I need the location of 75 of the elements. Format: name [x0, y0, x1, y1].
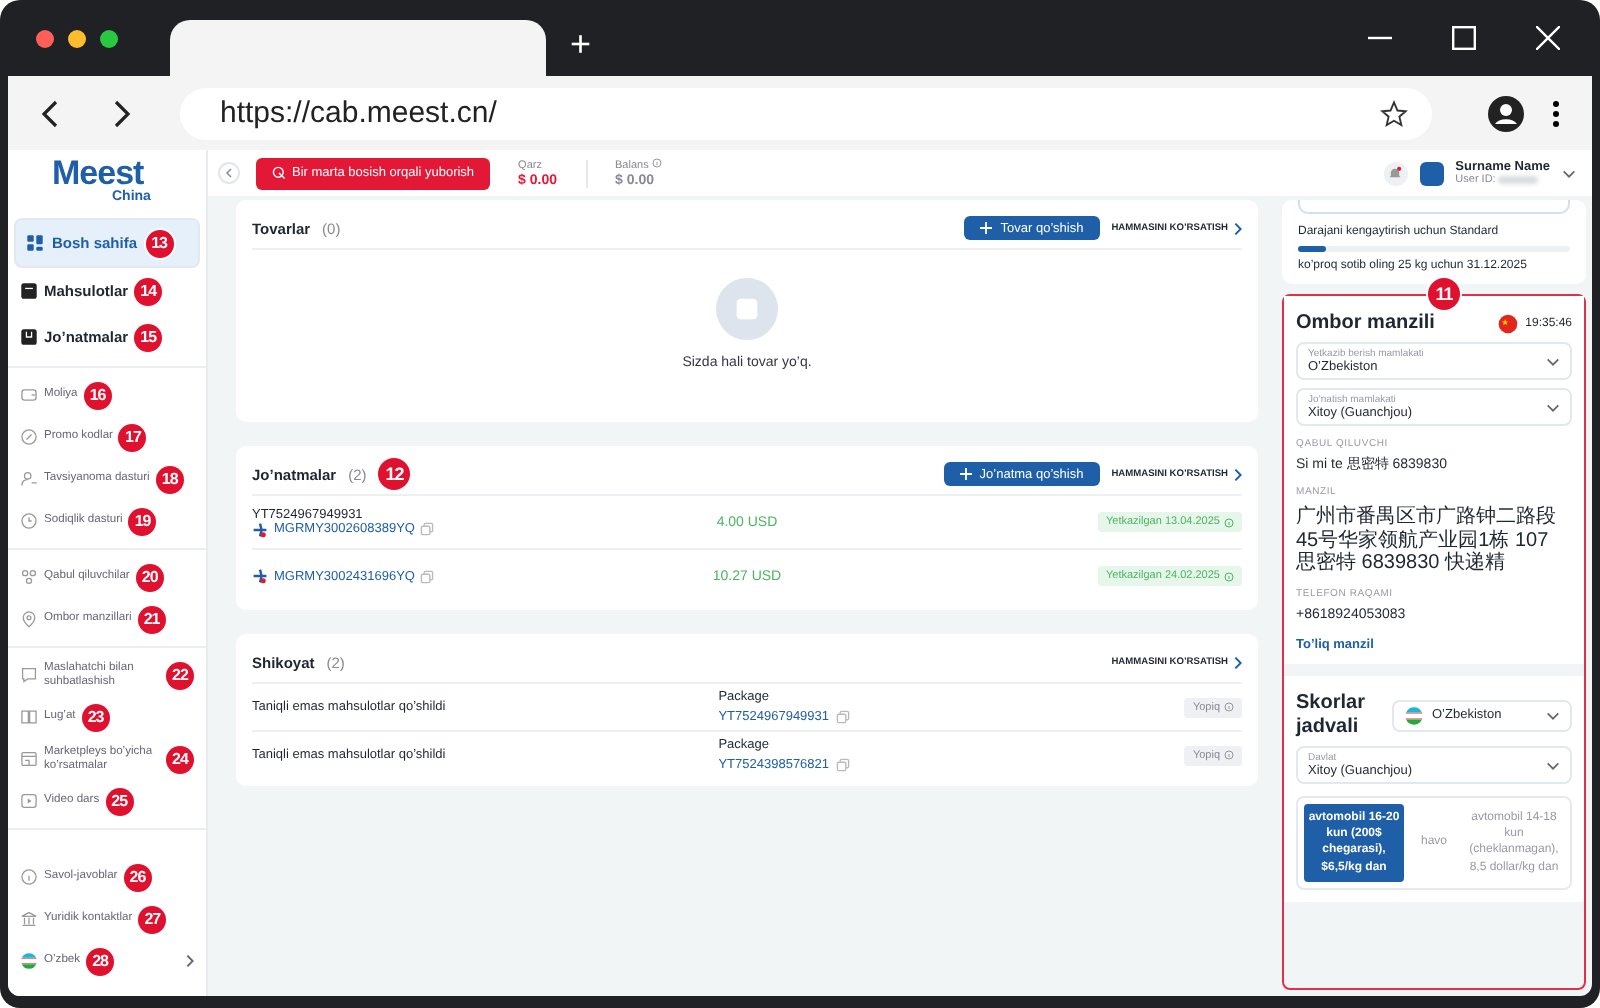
- annotation-badge: 15: [134, 323, 163, 351]
- annotation-badge: 22: [166, 661, 194, 689]
- bag-icon: [716, 278, 778, 340]
- notification-button[interactable]: [1383, 161, 1408, 185]
- annotation-badge: 18: [155, 465, 184, 493]
- box-icon: [20, 282, 38, 300]
- avatar-icon: [1419, 161, 1444, 185]
- people-icon: [20, 568, 38, 586]
- annotation-badge: 24: [166, 745, 194, 773]
- info-icon: [1224, 517, 1234, 527]
- annotation-badge: 16: [83, 381, 112, 409]
- field-value: 广州市番禺区市广路钟二路段45号华家领航产业园1栋 107 思密特 6839830 快递精: [1296, 506, 1558, 576]
- annotation-badge: 13: [145, 229, 174, 257]
- annotation-badge: 25: [105, 787, 134, 815]
- info-icon: [651, 158, 662, 168]
- plus-icon: [959, 468, 972, 480]
- location-pin-icon: [20, 610, 38, 628]
- chevron-right-icon: [186, 954, 194, 968]
- chevron-right-icon: [1234, 467, 1242, 481]
- store-icon: [20, 750, 38, 768]
- star-icon[interactable]: [1380, 99, 1408, 127]
- close-icon[interactable]: [1536, 26, 1560, 50]
- address-bar[interactable]: https://cab.meest.cn/: [180, 87, 1432, 139]
- logo[interactable]: Meest: [52, 158, 144, 190]
- chevron-down-icon: [1546, 711, 1560, 720]
- chevron-right-icon: [1234, 655, 1242, 669]
- section-title: Ombor manzili: [1296, 312, 1435, 334]
- person-icon: [20, 470, 38, 488]
- plane-icon: [252, 568, 268, 584]
- flag-icon: [20, 952, 38, 970]
- play-icon: [20, 792, 38, 810]
- info-icon: [1224, 571, 1234, 581]
- annotation-badge: 23: [81, 703, 110, 731]
- chevron-down-icon: [1546, 357, 1560, 365]
- flag-icon: [1404, 705, 1424, 726]
- chevron-left-icon: [226, 168, 232, 178]
- chat-bubble-icon: [20, 666, 38, 684]
- annotation-badge: 11: [1428, 278, 1460, 310]
- annotation-badge: 27: [138, 905, 167, 933]
- maximize-icon[interactable]: [1452, 26, 1476, 50]
- annotation-badge: 12: [378, 458, 411, 490]
- annotation-badge: 17: [118, 423, 147, 451]
- window-minimize-button[interactable]: [68, 29, 86, 47]
- back-icon[interactable]: [40, 99, 58, 127]
- flag-icon: [1497, 313, 1518, 333]
- book-icon: [20, 708, 38, 726]
- annotation-badge: 14: [134, 277, 163, 305]
- chevron-down-icon: [1562, 169, 1576, 177]
- percent-icon: [20, 428, 38, 446]
- new-tab-button[interactable]: +: [570, 23, 592, 65]
- bank-icon: [20, 910, 38, 928]
- annotation-badge: 28: [86, 947, 115, 975]
- grid-icon: [26, 234, 44, 252]
- bell-icon: [1388, 166, 1403, 180]
- clock-icon: [20, 512, 38, 530]
- chevron-down-icon: [1546, 761, 1560, 770]
- info-icon: [1224, 702, 1234, 712]
- plus-icon: [980, 222, 993, 234]
- annotation-badge: 19: [128, 507, 157, 535]
- annotation-badge: 26: [123, 863, 152, 891]
- forward-icon[interactable]: [114, 99, 132, 127]
- menu-icon[interactable]: [1552, 99, 1560, 127]
- window-zoom-button[interactable]: [100, 29, 118, 47]
- window-close-button[interactable]: [36, 29, 54, 47]
- profile-icon[interactable]: [1488, 95, 1524, 131]
- plane-icon: [252, 521, 268, 537]
- info-icon: [1224, 750, 1234, 760]
- wallet-icon: [20, 386, 38, 404]
- chevron-down-icon: [1546, 403, 1560, 411]
- section-title: Skorlar jadvali: [1296, 692, 1367, 739]
- chevron-right-icon: [1234, 221, 1242, 235]
- annotation-badge: 20: [135, 563, 164, 591]
- box-icon: [20, 328, 38, 346]
- annotation-badge: 21: [137, 605, 166, 633]
- input-field[interactable]: [1298, 200, 1570, 214]
